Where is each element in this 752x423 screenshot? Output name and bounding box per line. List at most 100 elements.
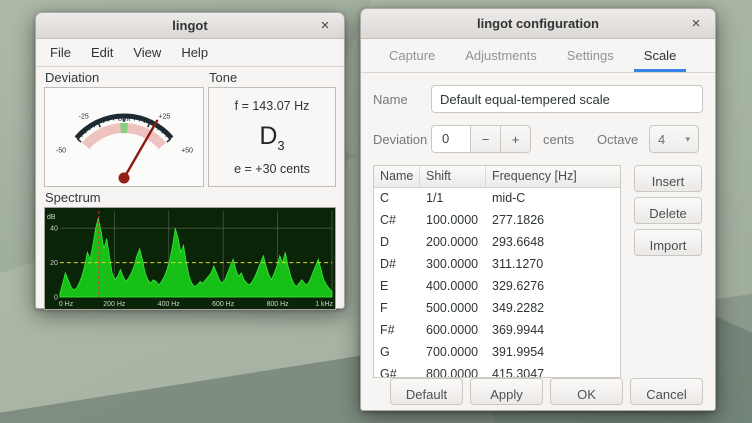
name-label: Name — [373, 92, 431, 107]
spectrum-area: dB402000 Hz200 Hz400 Hz600 Hz800 Hz1 kHz — [44, 207, 336, 310]
svg-text:800 Hz: 800 Hz — [267, 301, 290, 308]
main-titlebar[interactable]: lingot × — [36, 13, 344, 39]
import-button[interactable]: Import — [634, 229, 702, 256]
table-cell: E — [374, 276, 420, 298]
svg-text:20: 20 — [50, 260, 58, 267]
table-cell: 349.2282 — [486, 298, 620, 320]
table-cell: F# — [374, 320, 420, 342]
svg-text:-25: -25 — [79, 113, 89, 120]
table-cell: C# — [374, 210, 420, 232]
frequency-readout: f = 143.07 Hz — [235, 99, 310, 113]
table-header-row: Name Shift Frequency [Hz] — [374, 166, 620, 188]
octave-value: 4 — [658, 132, 665, 147]
tab-capture[interactable]: Capture — [379, 39, 445, 72]
deviation-label: Deviation — [373, 132, 431, 147]
table-cell: 300.0000 — [420, 254, 486, 276]
delete-button[interactable]: Delete — [634, 197, 702, 224]
table-cell: 800.0000 — [420, 364, 486, 378]
svg-text:0 Hz: 0 Hz — [59, 301, 74, 308]
table-cell: D — [374, 232, 420, 254]
table-cell: 700.0000 — [420, 342, 486, 364]
table-cell: 500.0000 — [420, 298, 486, 320]
table-cell: 1/1 — [420, 188, 486, 210]
table-cell: 415.3047 — [486, 364, 620, 378]
column-header-shift[interactable]: Shift — [420, 166, 486, 187]
dialog-content: Name Deviation 0 − + cents Octave 4 ▾ Na… — [361, 73, 715, 405]
table-cell: C — [374, 188, 420, 210]
octave-dropdown[interactable]: 4 ▾ — [649, 125, 699, 153]
table-cell: 200.0000 — [420, 232, 486, 254]
table-row[interactable]: E400.0000329.6276 — [374, 276, 620, 298]
spin-minus-button[interactable]: − — [470, 126, 500, 152]
table-cell: 293.6648 — [486, 232, 620, 254]
menubar: File Edit View Help — [36, 39, 344, 67]
dialog-action-buttons: Default Apply OK Cancel — [373, 378, 703, 406]
svg-text:1 kHz: 1 kHz — [315, 301, 333, 308]
default-button[interactable]: Default — [390, 378, 463, 405]
table-row[interactable]: F500.0000349.2282 — [374, 298, 620, 320]
insert-button[interactable]: Insert — [634, 165, 702, 192]
svg-text:40: 40 — [50, 226, 58, 233]
table-row[interactable]: D#300.0000311.1270 — [374, 254, 620, 276]
table-row[interactable]: F#600.0000369.9944 — [374, 320, 620, 342]
lingot-configuration-dialog: lingot configuration × Capture Adjustmen… — [360, 8, 716, 411]
svg-text:0: 0 — [54, 294, 58, 301]
menu-view[interactable]: View — [124, 42, 170, 63]
deviation-frame: Deviation -50-25+25+50cent — [44, 69, 204, 187]
menu-help[interactable]: Help — [172, 42, 217, 63]
svg-text:dB: dB — [47, 214, 56, 221]
note-name: D — [259, 122, 277, 150]
table-row[interactable]: G#800.0000415.3047 — [374, 364, 620, 378]
spectrum-plot: dB402000 Hz200 Hz400 Hz600 Hz800 Hz1 kHz — [45, 208, 335, 309]
table-cell: 329.6276 — [486, 276, 620, 298]
tab-settings[interactable]: Settings — [557, 39, 624, 72]
table-cell: G# — [374, 364, 420, 378]
table-cell: 277.1826 — [486, 210, 620, 232]
table-buttons: Insert Delete Import — [634, 165, 702, 378]
table-row[interactable]: C#100.0000277.1826 — [374, 210, 620, 232]
deviation-value: 0 — [432, 126, 470, 152]
table-row[interactable]: D200.0000293.6648 — [374, 232, 620, 254]
table-row[interactable]: G700.0000391.9954 — [374, 342, 620, 364]
column-header-name[interactable]: Name — [374, 166, 420, 187]
note-readout: D3 — [259, 122, 284, 153]
tone-area: f = 143.07 Hz D3 e = +30 cents — [208, 87, 336, 187]
tone-frame-label: Tone — [208, 69, 336, 87]
cancel-button[interactable]: Cancel — [630, 378, 703, 405]
ok-button[interactable]: OK — [550, 378, 623, 405]
tab-scale[interactable]: Scale — [634, 39, 687, 72]
column-header-frequency[interactable]: Frequency [Hz] — [486, 166, 620, 187]
scale-table-body: C1/1mid-CC#100.0000277.1826D200.0000293.… — [374, 188, 620, 378]
svg-text:600 Hz: 600 Hz — [212, 301, 235, 308]
deviation-gauge: -50-25+25+50cent — [45, 88, 203, 186]
main-content: Deviation -50-25+25+50cent Tone f = 143.… — [36, 67, 344, 318]
svg-text:+50: +50 — [181, 148, 193, 155]
chevron-down-icon: ▾ — [685, 134, 690, 145]
svg-text:cent: cent — [118, 116, 130, 123]
table-cell: 391.9954 — [486, 342, 620, 364]
main-window-title: lingot — [172, 18, 207, 33]
scale-name-input[interactable] — [431, 85, 703, 113]
deviation-frame-label: Deviation — [44, 69, 204, 87]
table-cell: 600.0000 — [420, 320, 486, 342]
dialog-title: lingot configuration — [477, 16, 599, 31]
scale-table[interactable]: Name Shift Frequency [Hz] C1/1mid-CC#100… — [373, 165, 621, 378]
spin-plus-button[interactable]: + — [500, 126, 530, 152]
close-icon[interactable]: × — [686, 14, 706, 34]
menu-edit[interactable]: Edit — [82, 42, 122, 63]
note-octave-subscript: 3 — [277, 138, 284, 153]
dialog-titlebar[interactable]: lingot configuration × — [361, 9, 715, 39]
table-row[interactable]: C1/1mid-C — [374, 188, 620, 210]
config-tabs: Capture Adjustments Settings Scale — [361, 39, 715, 73]
table-cell: 100.0000 — [420, 210, 486, 232]
table-cell: G — [374, 342, 420, 364]
table-cell: F — [374, 298, 420, 320]
menu-file[interactable]: File — [41, 42, 80, 63]
deviation-spinbox[interactable]: 0 − + — [431, 125, 531, 153]
spectrum-frame-label: Spectrum — [44, 189, 336, 207]
apply-button[interactable]: Apply — [470, 378, 543, 405]
tab-adjustments[interactable]: Adjustments — [455, 39, 547, 72]
table-cell: D# — [374, 254, 420, 276]
close-icon[interactable]: × — [315, 16, 335, 36]
error-readout: e = +30 cents — [234, 162, 310, 176]
